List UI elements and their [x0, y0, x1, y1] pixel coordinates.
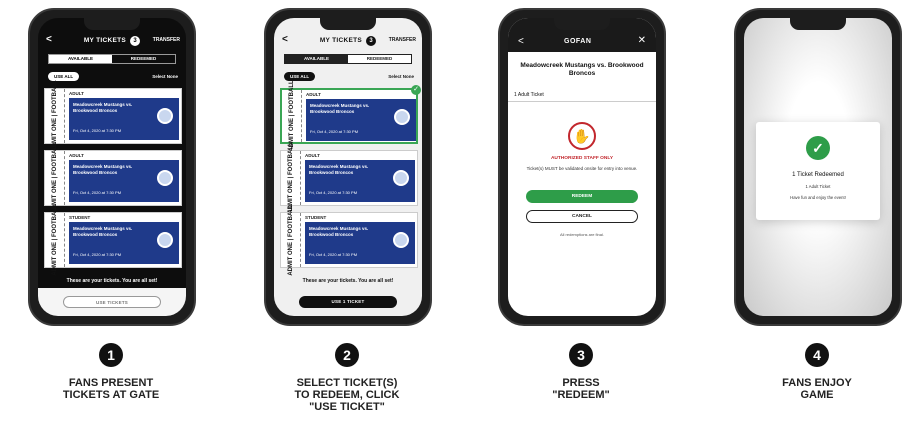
use-1-ticket-button[interactable]: USE 1 TICKET: [299, 296, 397, 308]
step-caption: SELECT TICKET(S) TO REDEEM, CLICK "USE T…: [294, 377, 400, 413]
success-subtitle: 1 Adult Ticket: [805, 184, 831, 189]
gofan-logo: GOFAN: [564, 38, 592, 45]
phone-notch: [320, 18, 376, 30]
school-logo-icon: [157, 108, 173, 124]
step-caption: FANS ENJOY GAME: [782, 377, 852, 401]
phone-2: < MY TICKETS 3 TRANSFER AVAILABLE REDEEM…: [264, 8, 432, 326]
ticket-stub: ADMIT ONE | FOOTBALL: [45, 80, 65, 152]
ticket-event: Meadowcreek Mustangs vs. Brookwood Bronc…: [309, 164, 369, 175]
ticket-tabs: AVAILABLE REDEEMED: [48, 54, 176, 64]
wallet-screen: < MY TICKETS 3 TRANSFER AVAILABLE REDEEM…: [38, 18, 186, 316]
step-number: 3: [569, 343, 593, 367]
ticket-type: STUDENT: [305, 215, 327, 220]
step-3-column: < GOFAN ✕ Meadowcreek Mustangs vs. Brook…: [486, 0, 676, 428]
ticket-quantity: 1 Adult Ticket: [514, 92, 544, 98]
step-2-column: < MY TICKETS 3 TRANSFER AVAILABLE REDEEM…: [252, 0, 442, 428]
ticket-card[interactable]: ADMIT ONE | FOOTBALL ADULT Meadowcreek M…: [44, 142, 182, 214]
tab-available[interactable]: AVAILABLE: [49, 55, 112, 63]
cancel-button[interactable]: CANCEL: [526, 210, 638, 223]
ticket-type: STUDENT: [69, 215, 91, 220]
ticket-date: Fri, Oct 4, 2020 at 7:30 PM: [73, 128, 122, 133]
check-icon: ✓: [806, 136, 830, 160]
back-button[interactable]: <: [518, 36, 524, 47]
step-caption: PRESS "REDEEM": [552, 377, 610, 401]
phone-1: < MY TICKETS 3 TRANSFER AVAILABLE REDEEM…: [28, 8, 196, 326]
tab-redeemed[interactable]: REDEEMED: [348, 55, 411, 63]
phone-notch: [84, 18, 140, 30]
ticket-stub: ADMIT ONE | FOOTBALL: [281, 142, 301, 214]
tab-redeemed[interactable]: REDEEMED: [112, 55, 175, 63]
select-none-link[interactable]: Select None: [152, 74, 178, 79]
validation-note: Ticket(s) MUST be validated onsite for e…: [526, 166, 638, 171]
success-card: ✓ 1 Ticket Redeemed 1 Adult Ticket Have …: [756, 122, 880, 220]
use-tickets-button[interactable]: USE TICKETS: [63, 296, 161, 308]
step-4-column: ✓ 1 Ticket Redeemed 1 Adult Ticket Have …: [722, 0, 904, 428]
ticket-stub: ADMIT ONE | FOOTBALL: [281, 204, 301, 276]
all-set-message: These are your tickets. You are all set!: [66, 278, 158, 284]
ticket-count-badge: 3: [130, 36, 141, 46]
wallet-screen-selected: < MY TICKETS 3 TRANSFER AVAILABLE REDEEM…: [274, 18, 422, 316]
ticket-event: Meadowcreek Mustangs vs. Brookwood Bronc…: [73, 102, 133, 113]
ticket-count-badge: 3: [366, 36, 377, 46]
redeem-screen: < GOFAN ✕ Meadowcreek Mustangs vs. Brook…: [508, 18, 656, 316]
phone-notch: [790, 18, 846, 30]
ticket-date: Fri, Oct 4, 2020 at 7:30 PM: [310, 129, 359, 134]
phone-4: ✓ 1 Ticket Redeemed 1 Adult Ticket Have …: [734, 8, 902, 326]
school-logo-icon: [394, 109, 410, 125]
ticket-card-selected[interactable]: ADMIT ONE | FOOTBALL ADULT Meadowcreek M…: [280, 80, 421, 152]
divider: [508, 101, 656, 102]
step-number: 2: [335, 343, 359, 367]
ticket-stub: ADMIT ONE | FOOTBALL: [45, 142, 65, 214]
stop-hand-icon: ✋: [568, 122, 596, 150]
tab-available[interactable]: AVAILABLE: [285, 55, 348, 63]
ticket-date: Fri, Oct 4, 2020 at 7:30 PM: [73, 252, 122, 257]
success-message: Have fun and enjoy the event!: [790, 195, 846, 200]
phone-3: < GOFAN ✕ Meadowcreek Mustangs vs. Brook…: [498, 8, 666, 326]
step-1-column: < MY TICKETS 3 TRANSFER AVAILABLE REDEEM…: [16, 0, 206, 428]
ticket-tabs: AVAILABLE REDEEMED: [284, 54, 412, 64]
school-logo-icon: [157, 232, 173, 248]
ticket-type: ADULT: [306, 92, 321, 97]
redeem-button[interactable]: REDEEM: [526, 190, 638, 203]
ticket-date: Fri, Oct 4, 2020 at 7:30 PM: [73, 190, 122, 195]
ticket-stub: ADMIT ONE | FOOTBALL: [45, 204, 65, 276]
transfer-link[interactable]: TRANSFER: [389, 37, 416, 43]
ticket-event: Meadowcreek Mustangs vs. Brookwood Bronc…: [73, 226, 133, 237]
select-none-link[interactable]: Select None: [388, 74, 414, 79]
ticket-event: Meadowcreek Mustangs vs. Brookwood Bronc…: [73, 164, 133, 175]
ticket-stub: ADMIT ONE | FOOTBALL: [282, 80, 302, 152]
success-screen: ✓ 1 Ticket Redeemed 1 Adult Ticket Have …: [744, 18, 892, 316]
school-logo-icon: [393, 170, 409, 186]
event-title: Meadowcreek Mustangs vs. Brookwood Bronc…: [520, 62, 644, 77]
school-logo-icon: [157, 170, 173, 186]
ticket-card[interactable]: ADMIT ONE | FOOTBALL STUDENT Meadowcreek…: [44, 204, 182, 276]
phone-notch: [554, 18, 610, 30]
step-number: 1: [99, 343, 123, 367]
transfer-link[interactable]: TRANSFER: [153, 37, 180, 43]
all-set-message: These are your tickets. You are all set!: [302, 278, 394, 284]
success-title: 1 Ticket Redeemed: [792, 172, 844, 178]
authorized-staff-warning: AUTHORIZED STAFF ONLY: [550, 156, 614, 161]
ticket-type: ADULT: [69, 91, 84, 96]
ticket-card[interactable]: ADMIT ONE | FOOTBALL ADULT Meadowcreek M…: [44, 80, 182, 152]
ticket-card[interactable]: ADMIT ONE | FOOTBALL STUDENT Meadowcreek…: [280, 204, 418, 276]
selected-check-icon: ✓: [411, 85, 421, 95]
step-caption: FANS PRESENT TICKETS AT GATE: [62, 377, 160, 401]
ticket-event: Meadowcreek Mustangs vs. Brookwood Bronc…: [310, 103, 370, 114]
ticket-card[interactable]: ADMIT ONE | FOOTBALL ADULT Meadowcreek M…: [280, 142, 418, 214]
ticket-event: Meadowcreek Mustangs vs. Brookwood Bronc…: [309, 226, 369, 237]
step-number: 4: [805, 343, 829, 367]
ticket-date: Fri, Oct 4, 2020 at 7:30 PM: [309, 190, 358, 195]
ticket-date: Fri, Oct 4, 2020 at 7:30 PM: [309, 252, 358, 257]
school-logo-icon: [393, 232, 409, 248]
ticket-type: ADULT: [69, 153, 84, 158]
final-note: All redemptions are final.: [559, 232, 605, 237]
close-icon[interactable]: ✕: [638, 35, 646, 46]
ticket-type: ADULT: [305, 153, 320, 158]
